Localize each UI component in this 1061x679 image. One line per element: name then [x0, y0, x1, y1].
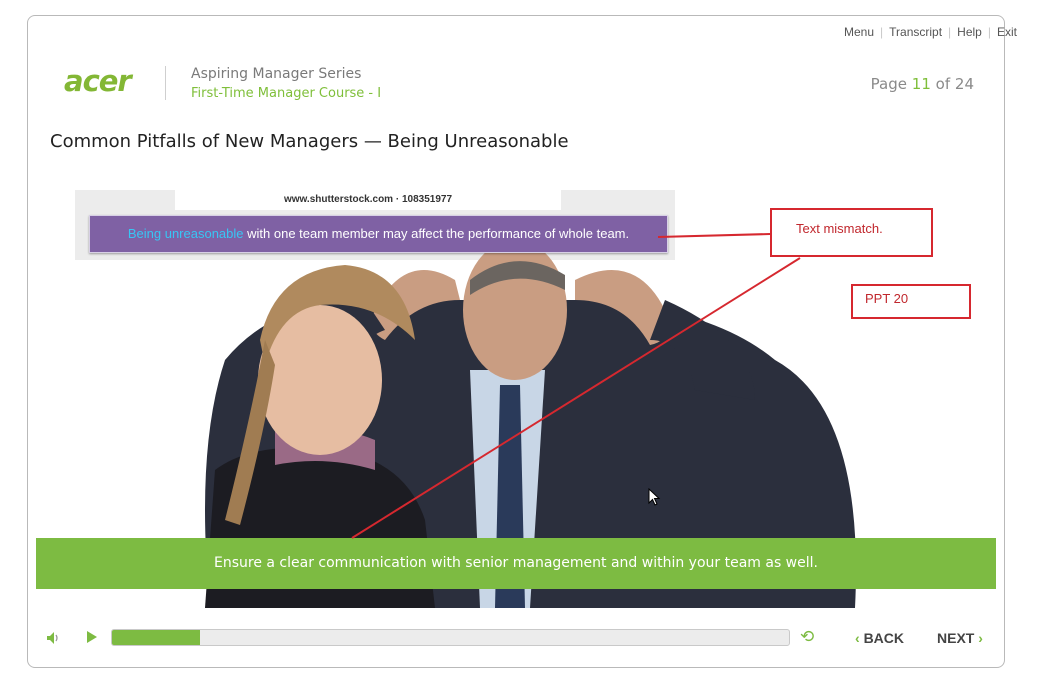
page-label: Page — [870, 75, 907, 93]
banner-highlight: Being unreasonable — [127, 226, 244, 241]
chevron-right-icon: › — [978, 630, 983, 646]
chevron-left-icon: ‹ — [855, 630, 860, 646]
mouse-cursor-icon — [648, 488, 661, 506]
play-icon[interactable] — [87, 631, 97, 643]
progress-fill — [112, 630, 200, 645]
page-current: 11 — [911, 75, 931, 93]
progress-bar[interactable] — [111, 629, 790, 646]
exit-link[interactable]: Exit — [997, 25, 1017, 39]
green-caption-bar: Ensure a clear communication with senior… — [36, 538, 996, 589]
top-nav: Menu | Transcript | Help | Exit — [844, 25, 1017, 39]
help-link[interactable]: Help — [957, 25, 982, 39]
header-divider — [165, 66, 166, 100]
series-title: Aspiring Manager Series — [191, 66, 362, 82]
menu-link[interactable]: Menu — [844, 25, 874, 39]
purple-callout-banner: Being unreasonable with one team member … — [89, 215, 668, 253]
replay-icon[interactable]: ⟲ — [800, 629, 814, 646]
slide-title: Common Pitfalls of New Managers — Being … — [50, 131, 569, 152]
back-label: BACK — [863, 630, 905, 646]
page-total: 24 — [954, 75, 974, 93]
next-button[interactable]: NEXT › — [937, 630, 983, 646]
banner-text: with one team member may affect the perf… — [243, 226, 630, 241]
page-of: of — [935, 75, 951, 93]
next-label: NEXT — [937, 630, 975, 646]
nav-separator: | — [987, 25, 991, 39]
annotation-text-mismatch: Text mismatch. — [770, 208, 933, 257]
course-title: First-Time Manager Course - I — [191, 86, 382, 101]
annotation-ppt-ref: PPT 20 — [851, 284, 971, 319]
page-counter: Page 11 of 24 — [871, 75, 974, 93]
back-button[interactable]: ‹ BACK — [855, 630, 904, 646]
nav-separator: | — [948, 25, 952, 39]
acer-logo: acer — [64, 64, 132, 98]
transcript-link[interactable]: Transcript — [889, 25, 942, 39]
speaker-icon[interactable] — [45, 630, 61, 646]
nav-separator: | — [880, 25, 884, 39]
